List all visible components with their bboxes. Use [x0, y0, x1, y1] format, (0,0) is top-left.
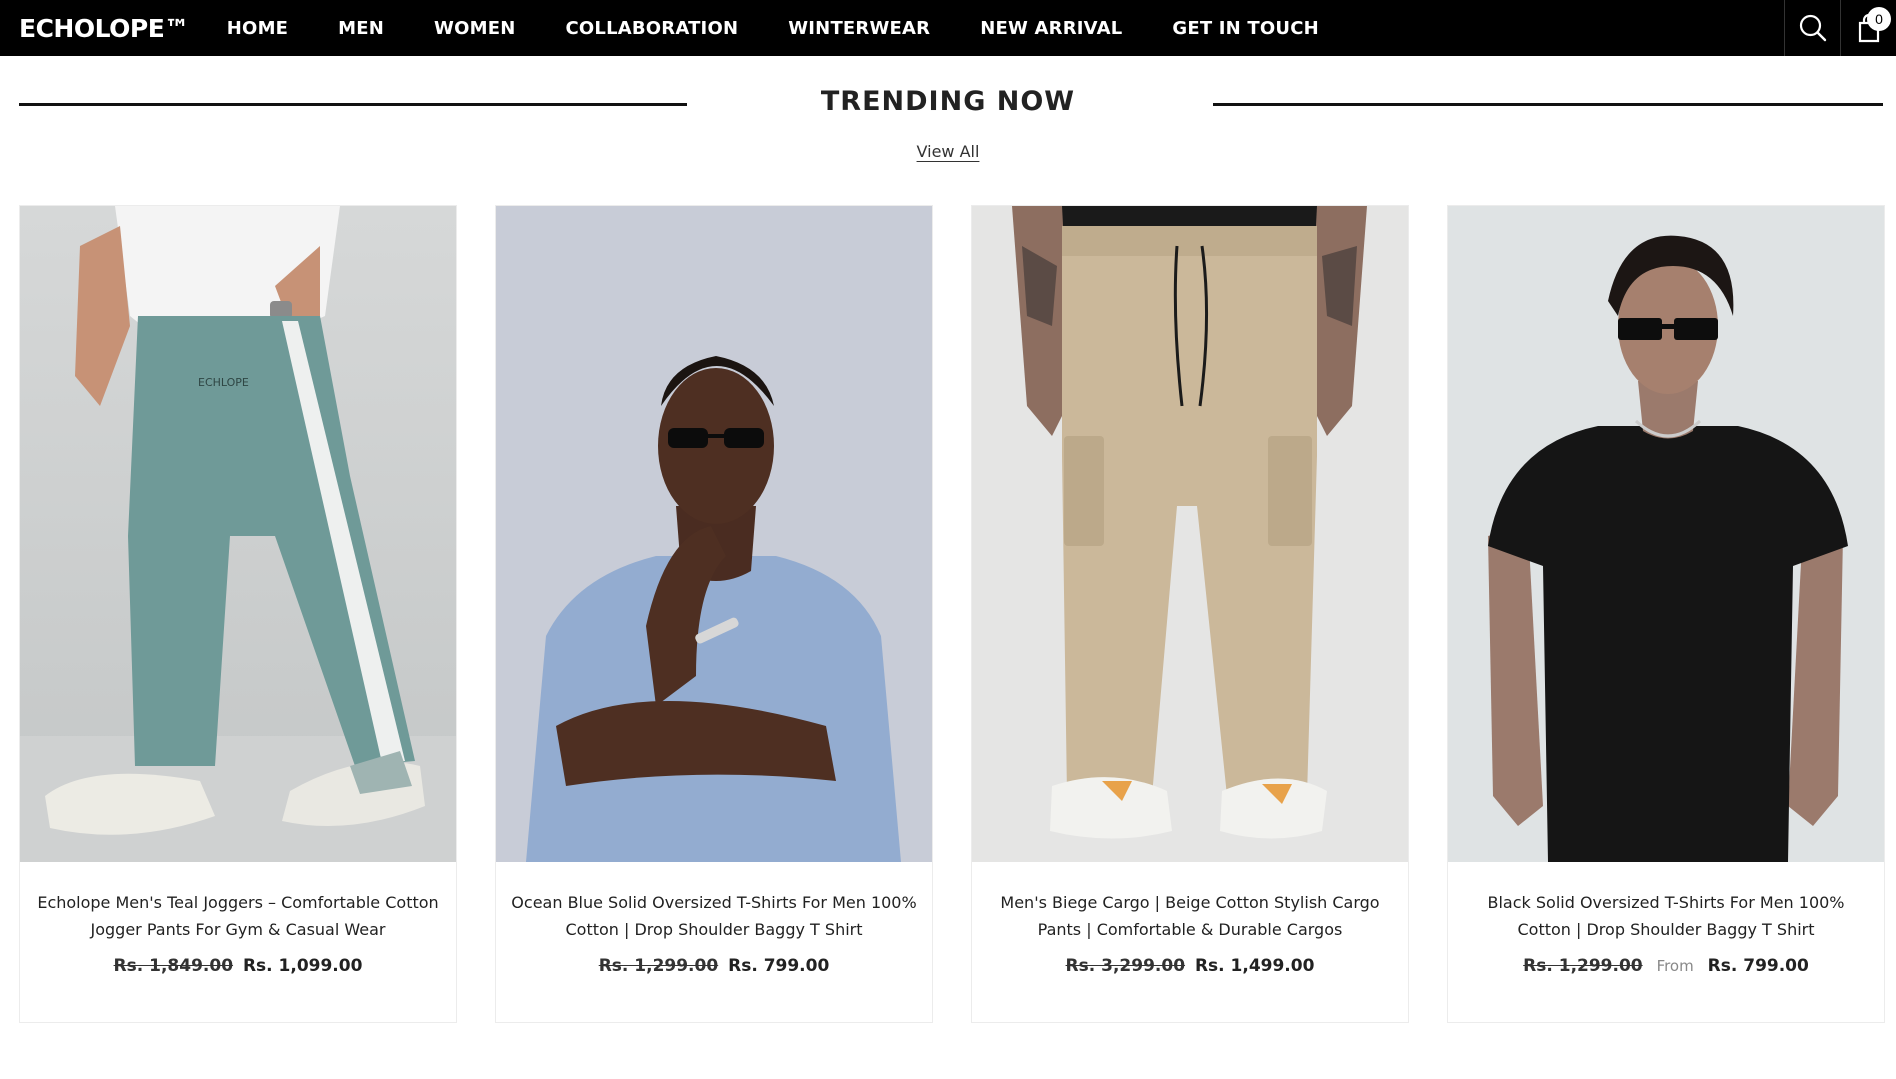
svg-text:ECHLOPE: ECHLOPE [198, 376, 249, 389]
product-card[interactable]: Men's Biege Cargo | Beige Cotton Stylish… [971, 205, 1409, 1023]
sale-price: Rs. 1,499.00 [1194, 956, 1315, 976]
product-title[interactable]: Black Solid Oversized T-Shirts For Men 1… [1462, 889, 1870, 943]
price-row: Rs. 1,849.00 Rs. 1,099.00 [20, 956, 456, 976]
nav-item-get-in-touch[interactable]: GET IN TOUCH [1172, 18, 1319, 39]
compare-at-price: Rs. 3,299.00 [1065, 956, 1186, 976]
from-label: From [1656, 957, 1694, 975]
section-title: TRENDING NOW [820, 86, 1076, 117]
search-icon [1799, 14, 1826, 42]
compare-at-price: Rs. 1,299.00 [598, 956, 719, 976]
search-button[interactable] [1784, 0, 1840, 56]
nav-item-winterwear[interactable]: WINTERWEAR [788, 18, 930, 39]
product-card[interactable]: Black Solid Oversized T-Shirts For Men 1… [1447, 205, 1885, 1023]
product-title[interactable]: Men's Biege Cargo | Beige Cotton Stylish… [986, 889, 1394, 943]
section-divider-right [1213, 103, 1883, 106]
product-title[interactable]: Echolope Men's Teal Joggers – Comfortabl… [34, 889, 442, 943]
product-image[interactable] [1448, 206, 1884, 862]
product-image[interactable] [972, 206, 1408, 862]
top-navigation-bar: ECHOLOPE™ HOME MEN WOMEN COLLABORATION W… [0, 0, 1896, 56]
price-row: Rs. 3,299.00 Rs. 1,499.00 [972, 956, 1408, 976]
nav-item-collaboration[interactable]: COLLABORATION [565, 18, 738, 39]
price-row: Rs. 1,299.00 From Rs. 799.00 [1448, 956, 1884, 976]
sale-price: Rs. 1,099.00 [242, 956, 363, 976]
view-all-wrapper: View All [0, 142, 1896, 161]
sale-price: Rs. 799.00 [728, 956, 830, 976]
sale-price: Rs. 799.00 [1707, 956, 1809, 976]
compare-at-price: Rs. 1,299.00 [1523, 956, 1643, 976]
product-card[interactable]: ECHLOPE Echolope Men's Teal Joggers – Co… [19, 205, 457, 1023]
nav-item-home[interactable]: HOME [227, 18, 288, 39]
compare-at-price: Rs. 1,849.00 [113, 956, 234, 976]
price-row: Rs. 1,299.00 Rs. 799.00 [496, 956, 932, 976]
product-card[interactable]: Ocean Blue Solid Oversized T-Shirts For … [495, 205, 933, 1023]
brand-logo[interactable]: ECHOLOPE™ [19, 14, 189, 43]
product-image[interactable] [496, 206, 932, 862]
nav-item-men[interactable]: MEN [338, 18, 384, 39]
product-image[interactable]: ECHLOPE [20, 206, 456, 862]
cart-count-badge: 0 [1867, 7, 1891, 31]
nav-item-women[interactable]: WOMEN [434, 18, 515, 39]
main-nav: HOME MEN WOMEN COLLABORATION WINTERWEAR … [227, 0, 1369, 56]
header-actions: 0 [1784, 0, 1896, 56]
view-all-link[interactable]: View All [917, 142, 980, 161]
nav-item-new-arrival[interactable]: NEW ARRIVAL [980, 18, 1122, 39]
cart-button[interactable]: 0 [1840, 0, 1896, 56]
product-title[interactable]: Ocean Blue Solid Oversized T-Shirts For … [510, 889, 918, 943]
